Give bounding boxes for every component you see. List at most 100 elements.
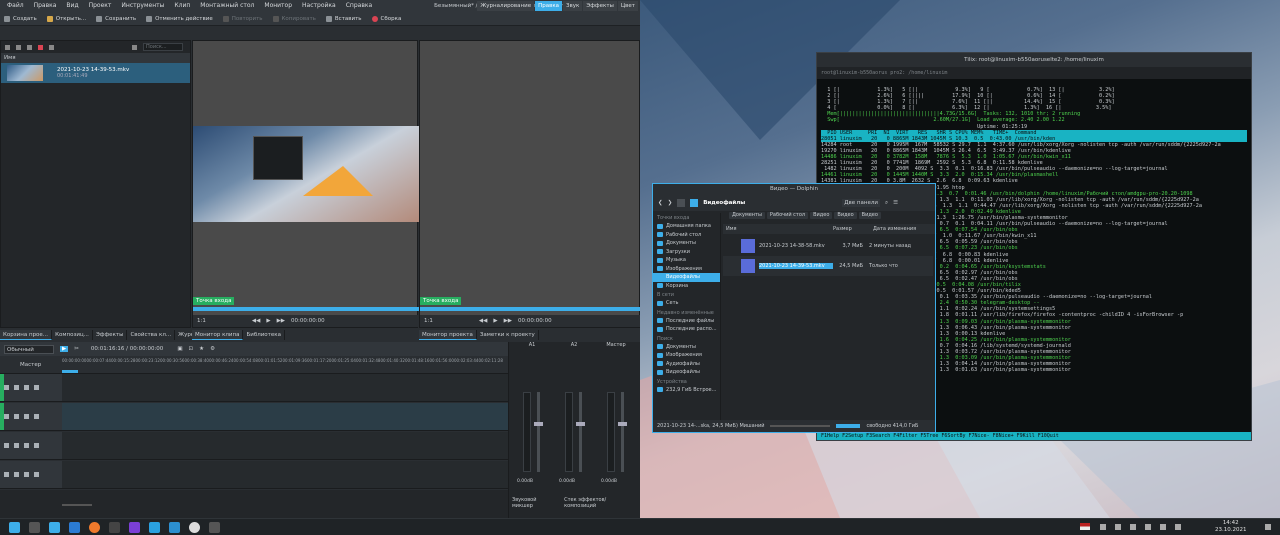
lock-icon[interactable] xyxy=(24,414,29,419)
lock-icon[interactable] xyxy=(24,443,29,448)
battery-icon[interactable] xyxy=(1175,524,1181,530)
col-date[interactable]: Дата изменения xyxy=(873,224,916,234)
fader-knob[interactable] xyxy=(618,422,627,426)
edit-icon[interactable] xyxy=(14,385,19,390)
menu-item-8[interactable]: Настройка xyxy=(297,0,341,12)
select-tool-icon[interactable]: ▶ xyxy=(60,346,69,352)
folder-icon[interactable] xyxy=(27,44,32,50)
terminal-tab[interactable]: root@linuxim-b550aorus pro2: /home/linux… xyxy=(817,67,1251,79)
clipboard-icon[interactable] xyxy=(1130,524,1136,530)
clip-dock-tab-1[interactable]: Библиотека xyxy=(243,330,285,340)
workspace-tab-3[interactable]: Эффекты xyxy=(583,1,617,11)
zone-icon[interactable]: ⊡ xyxy=(189,346,194,352)
workspace-tab-4[interactable]: Цвет xyxy=(617,1,638,11)
timeline-ruler[interactable]: Мастер 00:00:00:00 00:00:07:44 00:00:15:28… xyxy=(0,356,508,374)
places-item[interactable]: Корзина xyxy=(653,282,720,291)
firefox-icon[interactable] xyxy=(89,521,100,533)
expand-icon[interactable] xyxy=(4,443,9,448)
split-icon[interactable] xyxy=(690,199,699,207)
timeline-track[interactable] xyxy=(0,432,508,460)
location-label[interactable]: Видеофайлы xyxy=(703,200,745,206)
zoom-slider[interactable] xyxy=(770,425,831,427)
workspace-tab-0[interactable]: Журналирование xyxy=(477,1,535,11)
network-icon[interactable] xyxy=(1115,524,1121,530)
lock-icon[interactable] xyxy=(24,472,29,477)
menu-item-1[interactable]: Правка xyxy=(29,0,62,12)
places-item[interactable]: Сеть xyxy=(653,299,720,308)
save-button[interactable]: Сохранить xyxy=(96,15,136,22)
mixer-tab-1[interactable]: Стек эффектов/композиций xyxy=(561,497,640,509)
places-item[interactable]: Изображения xyxy=(653,351,720,360)
menu-item-2[interactable]: Вид xyxy=(61,0,83,12)
places-item[interactable]: Документы xyxy=(653,239,720,248)
places-item[interactable]: 232,9 ГиБ Встрое... xyxy=(653,386,720,395)
redo-button[interactable]: Повторить xyxy=(222,15,263,22)
project-play-icon[interactable]: ▶ xyxy=(493,318,497,324)
bluetooth-icon[interactable] xyxy=(1160,524,1166,530)
clock[interactable]: 14:42 23.10.2021 xyxy=(1215,520,1247,533)
copy-button[interactable]: Копировать xyxy=(272,15,316,22)
fader-slider[interactable] xyxy=(579,392,582,472)
expand-icon[interactable] xyxy=(4,472,9,477)
play-icon[interactable]: ▶ xyxy=(266,318,270,324)
search-icon[interactable]: ⌕ xyxy=(885,200,888,207)
video-icon[interactable] xyxy=(34,414,39,419)
menu-item-7[interactable]: Монитор xyxy=(259,0,297,12)
delete-icon[interactable] xyxy=(38,44,43,50)
edit-mode-select[interactable]: Обычный режим xyxy=(4,344,54,361)
split-panel-button[interactable]: Две панели xyxy=(842,199,880,207)
col-size[interactable]: Размер xyxy=(833,224,873,234)
bin-clip-row[interactable]: 2021-10-23 14-39-53.mkv 00:01:41:49 xyxy=(1,63,190,83)
settings-taskbar-icon[interactable] xyxy=(209,521,220,533)
us-flag-icon[interactable] xyxy=(1080,523,1090,530)
left-dock-tab-1[interactable]: Композиц... xyxy=(52,330,93,340)
places-item[interactable]: Последние файлы xyxy=(653,317,720,326)
audio-icon[interactable] xyxy=(34,472,39,477)
project-forward-icon[interactable]: ▶▶ xyxy=(504,318,512,324)
clip-timecode[interactable]: 00:00:00:00 xyxy=(291,318,325,324)
left-dock-tab-0[interactable]: Корзина прое... xyxy=(0,330,53,340)
filter-icon[interactable] xyxy=(132,44,137,50)
files-taskbar-icon[interactable] xyxy=(69,521,80,533)
timeline-track[interactable] xyxy=(0,403,508,431)
monitor-taskbar-icon[interactable] xyxy=(169,521,180,533)
open-button[interactable]: Открыть... xyxy=(46,15,86,22)
new-button[interactable]: Создать xyxy=(4,15,37,22)
menu-item-0[interactable]: Файл xyxy=(2,0,29,12)
fader-slider[interactable] xyxy=(537,392,540,472)
menu-icon[interactable] xyxy=(5,44,10,50)
breadcrumb-item[interactable]: Видео xyxy=(810,212,833,219)
rewind-icon[interactable]: ◀◀ xyxy=(252,318,260,324)
edit-icon[interactable] xyxy=(14,443,19,448)
playhead-zone[interactable] xyxy=(62,370,78,373)
places-item[interactable]: Изображения xyxy=(653,265,720,274)
settings-icon[interactable]: ⚙ xyxy=(210,346,215,352)
notifications-icon[interactable] xyxy=(1145,524,1151,530)
project-dock-tab-1[interactable]: Заметки к проекту xyxy=(476,330,539,340)
workspace-tab-2[interactable]: Звук xyxy=(563,1,583,11)
view-icon[interactable] xyxy=(677,199,686,207)
project-dock-tab-0[interactable]: Монитор проекта xyxy=(419,330,477,340)
edit-icon[interactable] xyxy=(14,414,19,419)
timeline-track[interactable] xyxy=(0,374,508,402)
mixer-tab-0[interactable]: Звуковой микшер xyxy=(509,497,561,509)
zoom-level[interactable]: 1:1 xyxy=(197,318,206,324)
menu-item-9[interactable]: Справка xyxy=(341,0,377,12)
paste-button[interactable]: Вставить xyxy=(325,15,362,22)
timeline-scrollbar[interactable] xyxy=(62,504,92,506)
obs-icon[interactable] xyxy=(189,521,200,533)
file-row[interactable]: 2021-10-23 14-38-58.mkv 3,7 МиБ 2 минуты н… xyxy=(723,236,933,256)
render-button[interactable]: Сборка xyxy=(371,15,401,22)
expand-icon[interactable] xyxy=(4,414,9,419)
undo-button[interactable]: Отменить действие xyxy=(146,15,213,22)
menu-item-5[interactable]: Клип xyxy=(169,0,195,12)
back-icon[interactable]: ❮ xyxy=(658,200,663,206)
fader-knob[interactable] xyxy=(576,422,585,426)
project-rewind-icon[interactable]: ◀◀ xyxy=(479,318,487,324)
marker-icon[interactable]: ★ xyxy=(199,346,204,352)
places-item[interactable]: Аудиофайлы xyxy=(653,360,720,369)
telegram-icon[interactable] xyxy=(149,521,160,533)
left-dock-tab-3[interactable]: Свойства кл... xyxy=(127,330,176,340)
expand-icon[interactable] xyxy=(4,385,9,390)
breadcrumb-item[interactable]: Документы xyxy=(729,212,765,219)
